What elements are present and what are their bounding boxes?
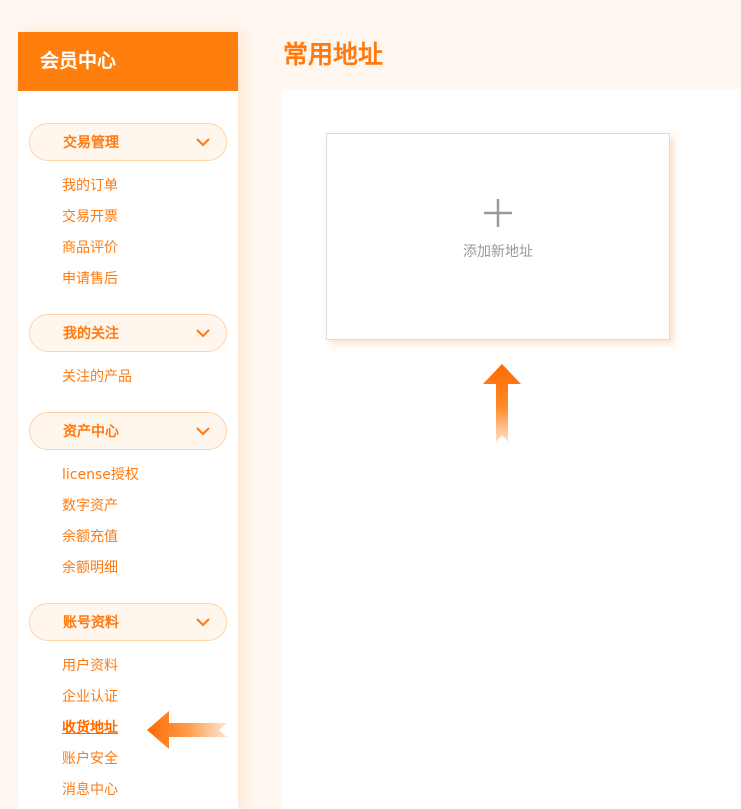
chevron-down-icon	[194, 324, 212, 342]
group-label: 我的关注	[63, 326, 119, 342]
sidebar-item-reviews[interactable]: 商品评价	[62, 233, 227, 264]
arrow-up-icon	[483, 364, 521, 442]
sidebar-item-after-sales[interactable]: 申请售后	[62, 264, 227, 295]
sidebar-group-account: 账号资料 用户资料 企业认证 收货地址 账户安全 消息中心	[29, 603, 227, 806]
page: 会员中心 交易管理 我的订单 交易开票 商品评价 申请售后 我的关注 关注的产品…	[0, 0, 741, 809]
sidebar-item-license[interactable]: license授权	[62, 460, 227, 491]
add-address-label: 添加新地址	[463, 244, 533, 260]
add-address-button[interactable]: 添加新地址	[326, 133, 670, 340]
sidebar-group-follow: 我的关注 关注的产品	[29, 314, 227, 393]
chevron-down-icon	[194, 613, 212, 631]
group-header-trade[interactable]: 交易管理	[29, 123, 227, 161]
group-label: 账号资料	[63, 615, 119, 631]
sidebar-item-invoices[interactable]: 交易开票	[62, 202, 227, 233]
sidebar-item-digital-assets[interactable]: 数字资产	[62, 491, 227, 522]
sidebar: 会员中心 交易管理 我的订单 交易开票 商品评价 申请售后 我的关注 关注的产品…	[18, 32, 238, 809]
sidebar-item-user-profile[interactable]: 用户资料	[62, 651, 227, 682]
group-label: 交易管理	[63, 135, 119, 151]
page-title: 常用地址	[283, 40, 384, 69]
sidebar-item-followed-products[interactable]: 关注的产品	[62, 362, 227, 393]
arrow-left-icon	[147, 711, 227, 749]
sidebar-item-my-orders[interactable]: 我的订单	[62, 171, 227, 202]
chevron-down-icon	[194, 133, 212, 151]
group-header-account[interactable]: 账号资料	[29, 603, 227, 641]
chevron-down-icon	[194, 422, 212, 440]
sidebar-item-balance-details[interactable]: 余额明细	[62, 553, 227, 584]
sidebar-group-trade: 交易管理 我的订单 交易开票 商品评价 申请售后	[29, 123, 227, 295]
address-content: 添加新地址	[282, 89, 741, 809]
group-label: 资产中心	[63, 424, 119, 440]
plus-icon	[483, 198, 513, 228]
sidebar-group-assets: 资产中心 license授权 数字资产 余额充值 余额明细	[29, 412, 227, 584]
sidebar-title: 会员中心	[18, 32, 238, 91]
sidebar-item-recharge[interactable]: 余额充值	[62, 522, 227, 553]
sidebar-item-company-verify[interactable]: 企业认证	[62, 682, 227, 713]
sidebar-item-messages[interactable]: 消息中心	[62, 775, 227, 806]
group-header-assets[interactable]: 资产中心	[29, 412, 227, 450]
group-header-follow[interactable]: 我的关注	[29, 314, 227, 352]
